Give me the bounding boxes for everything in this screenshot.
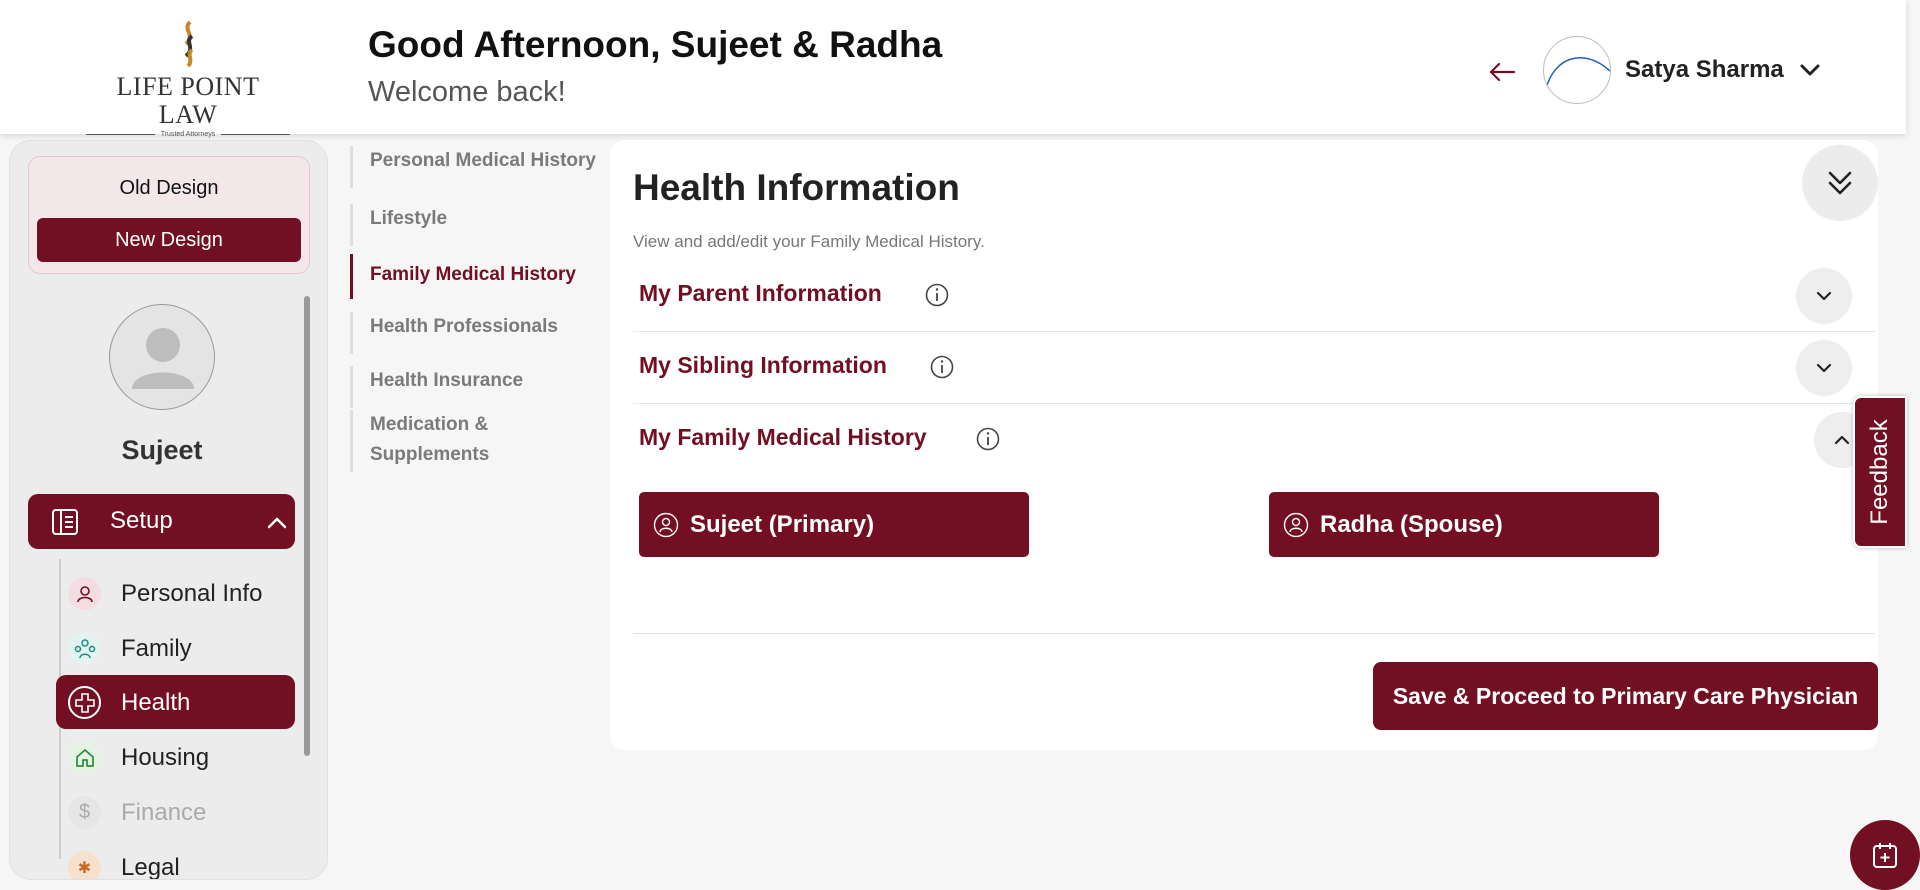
profile-name: Sujeet	[121, 435, 203, 465]
parent-information-toggle[interactable]	[1796, 268, 1852, 324]
back-arrow-icon[interactable]	[1486, 56, 1518, 88]
sidebar-scrollbar[interactable]	[304, 296, 310, 756]
old-design-option[interactable]: Old Design	[29, 177, 309, 200]
sidebar-item-label: Family	[121, 635, 192, 662]
life-point-law-logo[interactable]: LIFE POINT LAW Trusted Attorneys	[86, 20, 291, 138]
logo-tagline: Trusted Attorneys	[160, 131, 216, 138]
profile-avatar	[109, 304, 215, 410]
setup-label: Setup	[110, 507, 173, 534]
subnav-medication-supplements[interactable]: Medication & Supplements	[350, 410, 590, 472]
sidebar-item-legal[interactable]: ✱ Legal	[56, 840, 295, 880]
user-circle-icon	[1283, 512, 1309, 538]
page-subtitle: View and add/edit your Family Medical Hi…	[633, 232, 985, 251]
user-name[interactable]: Satya Sharma	[1625, 56, 1784, 84]
chevron-up-icon	[267, 517, 287, 529]
setup-book-icon	[52, 509, 78, 535]
sidebar-item-finance[interactable]: $ Finance	[56, 785, 295, 839]
subnav-family-medical-history[interactable]: Family Medical History	[350, 254, 576, 299]
greeting-heading: Good Afternoon, Sujeet & Radha	[368, 24, 943, 65]
sibling-information-toggle[interactable]	[1796, 340, 1852, 396]
person-placeholder-icon	[132, 328, 194, 389]
health-subnav: Personal Medical History Lifestyle Famil…	[350, 140, 605, 480]
subnav-personal-medical-history[interactable]: Personal Medical History	[350, 146, 596, 188]
info-icon[interactable]	[924, 282, 950, 308]
member-button-sujeet[interactable]: Sujeet (Primary)	[639, 492, 1029, 557]
user-avatar[interactable]	[1543, 36, 1611, 104]
sidebar-item-personal-info[interactable]: Personal Info	[56, 566, 295, 620]
sidebar-item-label: Personal Info	[121, 580, 263, 607]
health-cross-icon	[68, 686, 101, 719]
logo-flame-icon	[184, 20, 194, 68]
chevron-down-icon[interactable]	[1798, 58, 1822, 82]
info-icon[interactable]	[929, 354, 955, 380]
chevron-down-icon	[1816, 291, 1832, 301]
chevron-up-icon	[1834, 435, 1850, 445]
member-button-radha[interactable]: Radha (Spouse)	[1269, 492, 1659, 557]
sibling-information-title[interactable]: My Sibling Information	[639, 352, 887, 379]
sidebar-item-label: Housing	[121, 744, 210, 771]
accordion-family-medical-history: My Family Medical History	[633, 404, 1875, 476]
calendar-add-icon	[1873, 843, 1897, 868]
subnav-lifestyle[interactable]: Lifestyle	[350, 204, 447, 246]
top-header: LIFE POINT LAW Trusted Attorneys Good Af…	[0, 0, 1906, 138]
chevron-down-icon	[1816, 363, 1832, 373]
subnav-health-insurance[interactable]: Health Insurance	[350, 366, 523, 408]
collapse-all-button[interactable]	[1802, 145, 1878, 221]
feedback-tab[interactable]: Feedback	[1853, 396, 1907, 548]
double-chevron-down-icon	[1828, 171, 1852, 195]
health-information-card: Health Information View and add/edit you…	[610, 140, 1878, 750]
accordion-sibling-information: My Sibling Information	[633, 332, 1875, 404]
save-proceed-button[interactable]: Save & Proceed to Primary Care Physician	[1373, 662, 1878, 730]
legal-icon: ✱	[68, 851, 101, 879]
floating-calendar-button[interactable]	[1850, 820, 1920, 890]
new-design-button[interactable]: New Design	[37, 218, 301, 262]
family-medical-history-title[interactable]: My Family Medical History	[639, 424, 927, 451]
sidebar-item-family[interactable]: Family	[56, 621, 295, 675]
member-label: Sujeet (Primary)	[690, 511, 875, 538]
left-sidebar: Old Design New Design Sujeet Setup Perso…	[9, 140, 328, 880]
avatar-arc-icon	[1545, 57, 1610, 90]
sidebar-item-health[interactable]: Health	[56, 675, 295, 729]
setup-menu-button[interactable]: Setup	[28, 494, 295, 549]
sidebar-item-label: Health	[121, 689, 191, 716]
section-divider	[633, 633, 1875, 634]
sidebar-item-label: Legal	[121, 854, 180, 880]
sidebar-item-housing[interactable]: Housing	[56, 730, 295, 784]
welcome-text: Welcome back!	[368, 76, 566, 108]
feedback-label: Feedback	[1866, 419, 1893, 525]
user-circle-icon	[653, 512, 679, 538]
info-icon[interactable]	[975, 426, 1001, 452]
subnav-health-professionals[interactable]: Health Professionals	[350, 312, 558, 354]
person-icon	[68, 577, 101, 610]
parent-information-title[interactable]: My Parent Information	[639, 280, 882, 307]
logo-text: LIFE POINT LAW	[116, 72, 260, 129]
home-icon	[68, 741, 101, 774]
member-label: Radha (Spouse)	[1320, 511, 1503, 538]
accordion-parent-information: My Parent Information	[633, 260, 1875, 332]
sidebar-item-label: Finance	[121, 799, 207, 826]
page-title: Health Information	[633, 167, 960, 208]
dollar-icon: $	[68, 796, 101, 829]
design-toggle-box: Old Design New Design	[28, 156, 310, 274]
family-icon	[68, 632, 101, 665]
